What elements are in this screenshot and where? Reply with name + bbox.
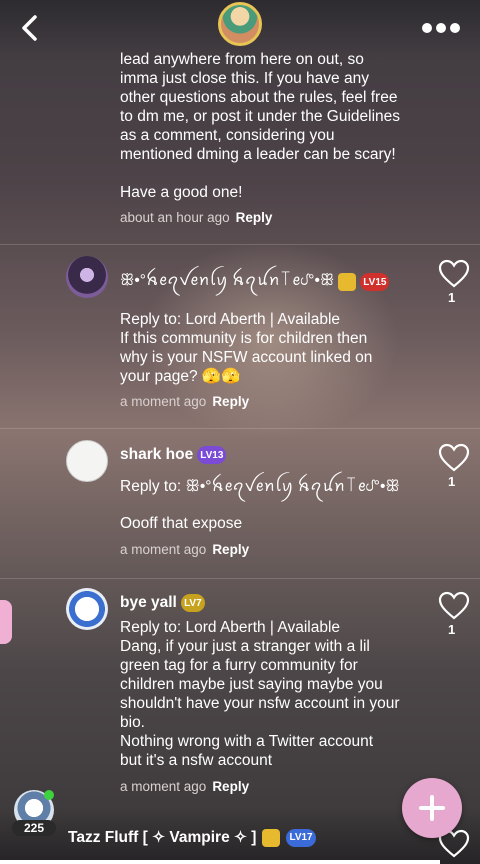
- comment-meta: a moment ago Reply: [120, 779, 249, 794]
- side-drawer-handle[interactable]: [0, 600, 12, 644]
- comment-meta: a moment ago Reply: [120, 542, 249, 557]
- chevron-left-icon: [22, 15, 37, 41]
- comment-text: Oooff that expose: [120, 515, 243, 532]
- current-user[interactable]: Tazz Fluff [ ✧ Vampire ✧ ] LV17: [68, 828, 316, 847]
- avatar[interactable]: [66, 588, 108, 630]
- author-name: shark hoe: [120, 446, 194, 463]
- comment-author[interactable]: ꕥ•°ꫝꫀꪖꪜꫀꪀꪶꪗ ꫝꪖꪊꪀ꓄ꫀᦔ°•ꕥ LV15: [120, 266, 390, 298]
- like-count: 1: [448, 474, 456, 489]
- online-status-dot: [44, 790, 54, 800]
- compose-button[interactable]: [402, 778, 462, 838]
- plus-icon: [419, 795, 445, 821]
- heart-icon[interactable]: [438, 590, 470, 622]
- curator-badge-icon: [338, 273, 357, 291]
- heart-icon[interactable]: [438, 442, 470, 474]
- author-name: ꕥ•°ꫝꫀꪖꪜꫀꪀꪶꪗ ꫝꪖꪊꪀ꓄ꫀᦔ°•ꕥ: [120, 272, 335, 289]
- comment-author[interactable]: bye yall LV7: [120, 594, 205, 612]
- more-options-button[interactable]: [422, 18, 464, 38]
- comment-author[interactable]: shark hoe LV13: [120, 446, 227, 464]
- reply-button[interactable]: Reply: [236, 210, 273, 225]
- reply-to: Reply to: Lord Aberth | Available: [120, 619, 341, 636]
- comment-meta: about an hour ago Reply: [120, 210, 272, 225]
- divider: [0, 428, 480, 429]
- comment-time: a moment ago: [120, 542, 207, 557]
- level-badge: LV17: [286, 828, 316, 847]
- more-dots-icon: [422, 23, 432, 33]
- divider: [0, 244, 480, 245]
- level-badge: LV7: [180, 594, 205, 612]
- reply-to: Reply to: Lord Aberth | Available: [120, 311, 341, 328]
- comment-meta: a moment ago Reply: [120, 394, 249, 409]
- reply-button[interactable]: Reply: [212, 394, 249, 409]
- online-count: 225: [12, 820, 56, 836]
- comment-time: a moment ago: [120, 779, 207, 794]
- community-avatar[interactable]: [218, 2, 262, 46]
- comment-time: a moment ago: [120, 394, 207, 409]
- curator-badge-icon: [262, 828, 281, 847]
- author-name: bye yall: [120, 594, 177, 611]
- avatar[interactable]: [66, 256, 108, 298]
- comment-time: about an hour ago: [120, 210, 230, 225]
- reply-button[interactable]: Reply: [212, 542, 249, 557]
- back-button[interactable]: [14, 12, 46, 44]
- top-bar: [0, 0, 480, 56]
- comment-text: Dang, if your just a stranger with a lil…: [120, 638, 400, 769]
- current-user-name: Tazz Fluff [ ✧ Vampire ✧ ]: [68, 829, 257, 846]
- level-badge: LV13: [197, 446, 227, 464]
- comment-text: lead anywhere from here on out, so imma …: [120, 51, 401, 201]
- level-badge: LV15: [360, 273, 390, 291]
- divider: [0, 578, 480, 579]
- divider: [0, 860, 440, 864]
- like-count: 1: [448, 622, 456, 637]
- avatar[interactable]: [66, 440, 108, 482]
- like-count: 1: [448, 290, 456, 305]
- comment-text: If this community is for children then w…: [120, 330, 373, 385]
- reply-to: Reply to: ꕥ•°ꫝꫀꪖꪜꫀꪀꪶꪗ ꫝꪖꪊꪀ꓄ꫀᦔ°•ꕥ: [120, 478, 400, 495]
- reply-button[interactable]: Reply: [212, 779, 249, 794]
- heart-icon[interactable]: [438, 258, 470, 290]
